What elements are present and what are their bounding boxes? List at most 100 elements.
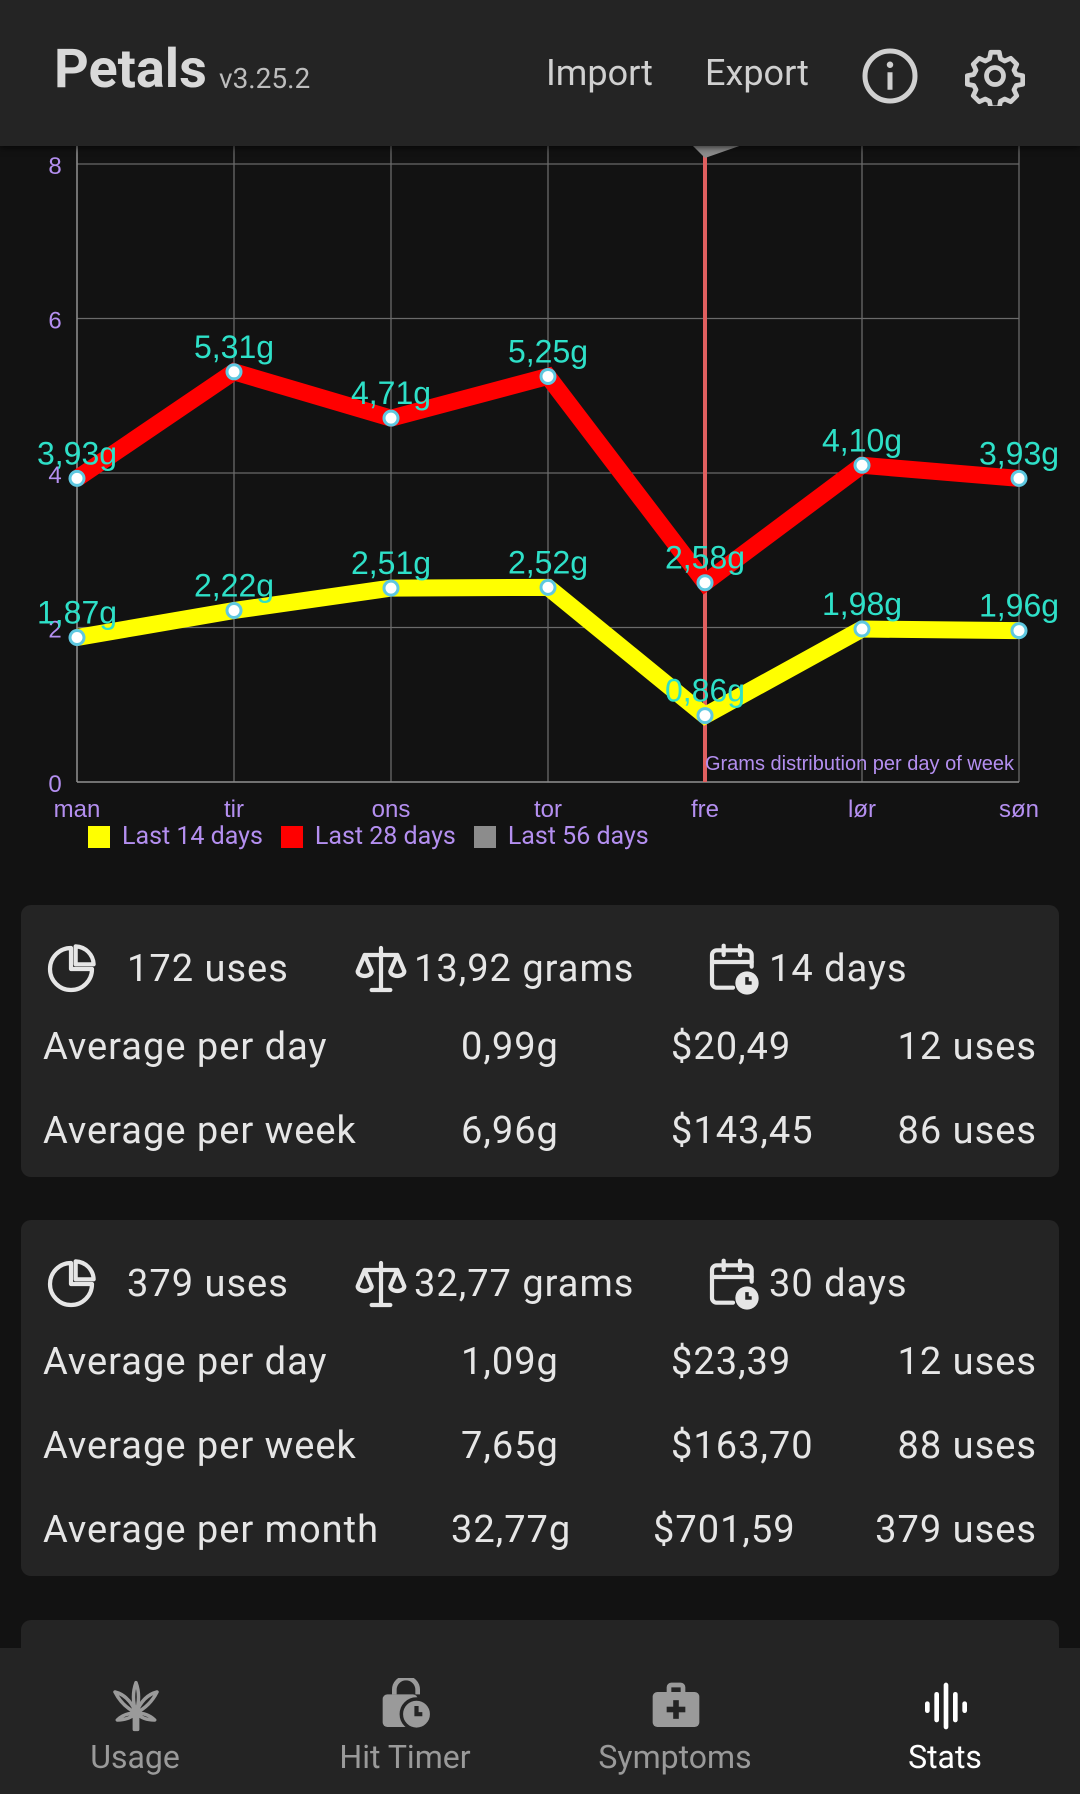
data-label: 3,93g bbox=[979, 435, 1059, 471]
stats-card-30-days: 379 uses 32,77 grams 30 days Average per… bbox=[21, 1220, 1059, 1576]
row-money: $701,59 bbox=[653, 1508, 796, 1552]
legend-swatch bbox=[88, 825, 110, 848]
stats-card-14-days: 172 uses 13,92 grams 14 days Average per… bbox=[21, 905, 1059, 1177]
legend-swatch bbox=[473, 825, 496, 848]
app-title: Petals bbox=[54, 38, 207, 101]
info-icon[interactable] bbox=[860, 46, 920, 106]
row-money: $143,45 bbox=[671, 1109, 814, 1153]
legend-swatch bbox=[280, 825, 303, 848]
app-version: v3.25.2 bbox=[219, 62, 311, 95]
row-label: Average per week bbox=[43, 1424, 357, 1468]
data-label: 2,51g bbox=[351, 545, 431, 581]
nav-label: Hit Timer bbox=[339, 1738, 471, 1776]
data-label: 5,31g bbox=[194, 329, 274, 365]
calendar-clock-icon bbox=[709, 1258, 759, 1310]
stats-row: Average per month 32,77g $701,59 379 use… bbox=[21, 1508, 1059, 1558]
pie-chart-icon bbox=[47, 1259, 96, 1308]
legend-label: Last 56 days bbox=[507, 822, 649, 851]
data-point bbox=[382, 409, 400, 427]
data-label: 1,98g bbox=[822, 586, 902, 622]
data-label: 0,86g bbox=[665, 673, 745, 709]
highlight-marker-flag bbox=[691, 144, 745, 158]
legend-item-14[interactable]: Last 14 days bbox=[88, 822, 263, 851]
data-point bbox=[853, 620, 871, 638]
row-grams: 6,96g bbox=[461, 1109, 559, 1153]
stats-row: Average per week 6,96g $143,45 86 uses bbox=[21, 1109, 1059, 1159]
data-point bbox=[68, 469, 86, 487]
leaf-icon bbox=[113, 1680, 159, 1732]
row-uses: 12 uses bbox=[897, 1340, 1037, 1384]
bottom-navigation: Usage Hit Timer Symptoms Stats bbox=[0, 1648, 1080, 1794]
legend-item-56[interactable]: Last 56 days bbox=[473, 822, 649, 851]
data-point bbox=[696, 574, 714, 592]
x-tick-label: fre bbox=[691, 796, 719, 823]
row-label: Average per day bbox=[43, 1025, 328, 1069]
row-uses: 12 uses bbox=[897, 1025, 1037, 1069]
row-uses: 379 uses bbox=[875, 1508, 1037, 1552]
data-point bbox=[539, 367, 557, 385]
uses-count: 172 uses bbox=[127, 947, 289, 991]
card-summary: 379 uses 32,77 grams 30 days bbox=[21, 1256, 1059, 1316]
stats-row: Average per day 0,99g $20,49 12 uses bbox=[21, 1025, 1059, 1075]
row-uses: 86 uses bbox=[897, 1109, 1037, 1153]
legend-label: Last 28 days bbox=[314, 822, 456, 851]
uses-count: 379 uses bbox=[127, 1262, 289, 1306]
nav-usage[interactable]: Usage bbox=[0, 1648, 270, 1794]
row-grams: 7,65g bbox=[461, 1424, 559, 1468]
data-point bbox=[1010, 622, 1028, 640]
chart-legend: Last 14 days Last 28 days Last 56 days bbox=[88, 822, 667, 851]
x-tick-label: tor bbox=[534, 796, 562, 823]
x-tick-label: søn bbox=[999, 796, 1039, 823]
nav-label: Usage bbox=[90, 1738, 180, 1776]
row-money: $20,49 bbox=[671, 1025, 792, 1069]
nav-hit-timer[interactable]: Hit Timer bbox=[270, 1648, 540, 1794]
row-uses: 88 uses bbox=[897, 1424, 1037, 1468]
nav-symptoms[interactable]: Symptoms bbox=[540, 1648, 810, 1794]
y-tick-label: 0 bbox=[48, 771, 61, 798]
data-label: 5,25g bbox=[508, 333, 588, 369]
data-point bbox=[696, 707, 714, 725]
data-label: 1,96g bbox=[979, 588, 1059, 624]
row-grams: 0,99g bbox=[461, 1025, 559, 1069]
calendar-clock-icon bbox=[709, 943, 759, 995]
data-point bbox=[1010, 469, 1028, 487]
nav-stats[interactable]: Stats bbox=[810, 1648, 1080, 1794]
row-grams: 1,09g bbox=[461, 1340, 559, 1384]
x-tick-label: man bbox=[54, 796, 101, 823]
data-point bbox=[68, 629, 86, 647]
data-point bbox=[225, 363, 243, 381]
gear-icon[interactable] bbox=[965, 46, 1025, 106]
timer-icon bbox=[382, 1678, 434, 1732]
x-tick-label: tir bbox=[224, 796, 244, 823]
days-span: 14 days bbox=[769, 947, 908, 991]
stats-icon bbox=[925, 1682, 967, 1730]
data-point bbox=[853, 456, 871, 474]
data-point bbox=[382, 579, 400, 597]
stats-row: Average per day 1,09g $23,39 12 uses bbox=[21, 1340, 1059, 1390]
grams-total: 32,77 grams bbox=[414, 1262, 635, 1306]
data-label: 1,87g bbox=[37, 595, 117, 631]
data-label: 4,71g bbox=[351, 375, 431, 411]
days-span: 30 days bbox=[769, 1262, 908, 1306]
data-label: 3,93g bbox=[37, 435, 117, 471]
row-label: Average per week bbox=[43, 1109, 357, 1153]
row-grams: 32,77g bbox=[451, 1508, 572, 1552]
export-button[interactable]: Export bbox=[705, 52, 809, 94]
scale-icon bbox=[355, 1260, 407, 1308]
x-tick-label: lør bbox=[848, 796, 876, 823]
row-label: Average per day bbox=[43, 1340, 328, 1384]
card-summary: 172 uses 13,92 grams 14 days bbox=[21, 941, 1059, 1001]
y-tick-label: 6 bbox=[48, 308, 61, 335]
import-button[interactable]: Import bbox=[546, 52, 653, 94]
row-label: Average per month bbox=[43, 1508, 380, 1552]
data-label: 2,22g bbox=[194, 568, 274, 604]
legend-item-28[interactable]: Last 28 days bbox=[280, 822, 456, 851]
data-point bbox=[539, 578, 557, 596]
pie-chart-icon bbox=[47, 944, 96, 993]
grams-total: 13,92 grams bbox=[414, 947, 635, 991]
nav-label: Stats bbox=[908, 1738, 982, 1776]
legend-label: Last 14 days bbox=[122, 822, 263, 851]
row-money: $163,70 bbox=[671, 1424, 814, 1468]
scale-icon bbox=[355, 945, 407, 993]
data-label: 4,10g bbox=[822, 422, 902, 458]
